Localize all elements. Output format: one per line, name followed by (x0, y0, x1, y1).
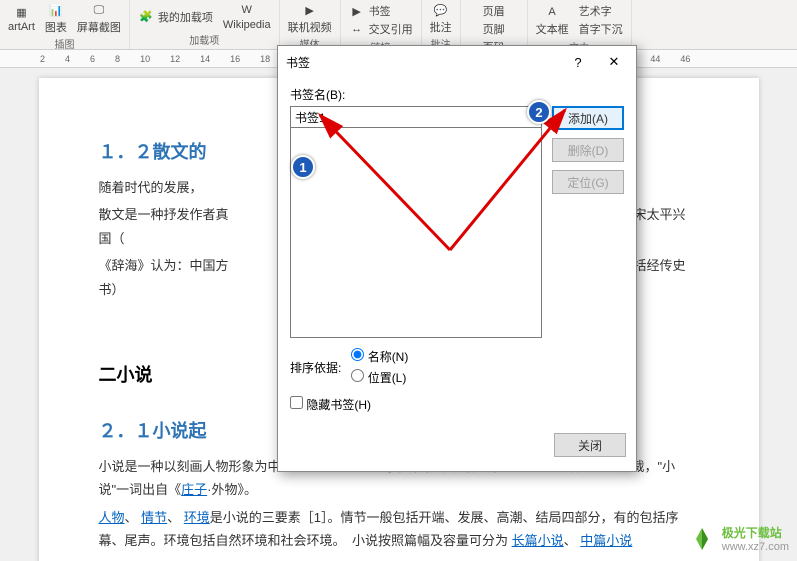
bookmark-name-input[interactable] (290, 106, 542, 128)
ruler-tick: 10 (140, 54, 150, 64)
link-changpian[interactable]: 长篇小说 (512, 533, 564, 548)
bookmark-button[interactable]: ▶书签 (349, 2, 413, 20)
ribbon-group-illustrations: ▦artArt 📊图表 🖵屏幕截图 插图 (0, 0, 130, 49)
watermark-icon (688, 525, 716, 553)
wikipedia-icon: W (239, 2, 255, 18)
footer-button[interactable]: 页脚 (483, 20, 505, 38)
hidden-bookmarks-checkbox[interactable]: 隐藏书签(H) (290, 396, 371, 413)
ruler-tick: 16 (230, 54, 240, 64)
dialog-title-text: 书签 (286, 54, 310, 71)
group-label: 插图 (54, 36, 74, 51)
ruler-tick: 44 (650, 54, 660, 64)
ruler-tick: 4 (65, 54, 70, 64)
dialog-titlebar[interactable]: 书签 ? ✕ (278, 46, 636, 78)
video-icon: ▶ (302, 2, 318, 18)
ribbon-group-text: A文本框 艺术字 首字下沉 文本 (528, 0, 632, 49)
help-button[interactable]: ? (564, 52, 592, 72)
link-qingjie[interactable]: 情节 (141, 510, 167, 525)
crossref-icon: ↔ (349, 21, 365, 37)
bookmark-icon: ▶ (349, 3, 365, 19)
link-renwu[interactable]: 人物 (99, 510, 125, 525)
screenshot-button[interactable]: 🖵屏幕截图 (77, 2, 121, 35)
group-label: 加载项 (189, 32, 219, 47)
help-icon: ? (574, 55, 581, 70)
link-zhongpian[interactable]: 中篇小说 (580, 533, 632, 548)
ribbon-group-comments: 💬批注 批注 (422, 0, 461, 49)
watermark-name: 极光下载站 (722, 524, 789, 541)
ribbon: ▦artArt 📊图表 🖵屏幕截图 插图 🧩我的加载项 WWikipedia 加… (0, 0, 797, 50)
close-icon: ✕ (609, 54, 620, 70)
crossref-button[interactable]: ↔交叉引用 (349, 20, 413, 38)
ribbon-group-headerfooter: 页眉 页脚 页码 页眉和页脚 (461, 0, 528, 49)
sort-name-radio[interactable]: 名称(N) (351, 348, 408, 365)
header-button[interactable]: 页眉 (483, 2, 505, 20)
watermark: 极光下载站 www.xz7.com (688, 524, 789, 553)
ruler-tick: 46 (680, 54, 690, 64)
smartart-button[interactable]: ▦artArt (8, 4, 35, 33)
sort-location-radio[interactable]: 位置(L) (351, 369, 408, 386)
bookmark-listbox[interactable] (290, 128, 542, 338)
close-button[interactable]: ✕ (600, 52, 628, 72)
goto-button[interactable]: 定位(G) (552, 170, 624, 194)
ruler-tick: 6 (90, 54, 95, 64)
link-zhuangzi[interactable]: 庄子 (181, 482, 207, 497)
textbox-icon: A (544, 4, 560, 20)
addin-icon: 🧩 (138, 9, 154, 25)
annotation-2: 2 (527, 100, 551, 124)
ruler-tick: 8 (115, 54, 120, 64)
smartart-icon: ▦ (13, 4, 29, 20)
ribbon-group-links: ▶书签 ↔交叉引用 链接 (341, 0, 422, 49)
watermark-domain: www.xz7.com (722, 541, 789, 553)
dropcap-button[interactable]: 首字下沉 (579, 20, 623, 38)
bookmark-name-label: 书签名(B): (290, 86, 624, 103)
link-huanjing[interactable]: 环境 (184, 510, 210, 525)
chart-icon: 📊 (48, 2, 64, 18)
wordart-button[interactable]: 艺术字 (579, 2, 623, 20)
close-dialog-button[interactable]: 关闭 (554, 433, 626, 457)
textbox-button[interactable]: A文本框 (536, 4, 569, 37)
ribbon-group-addins: 🧩我的加载项 WWikipedia 加载项 (130, 0, 280, 49)
screenshot-icon: 🖵 (91, 2, 107, 18)
paragraph: 人物、 情节、 环境是小说的三要素［1］。情节一般包括开端、发展、高潮、结局四部… (99, 506, 699, 553)
bookmark-dialog: 书签 ? ✕ 书签名(B): 添加(A) 删除(D) 定位(G) 排序依据: 名… (277, 45, 637, 472)
comment-button[interactable]: 💬批注 (430, 2, 452, 35)
add-button[interactable]: 添加(A) (552, 106, 624, 130)
ruler-tick: 2 (40, 54, 45, 64)
delete-button[interactable]: 删除(D) (552, 138, 624, 162)
ruler-tick: 18 (260, 54, 270, 64)
onlinevideo-button[interactable]: ▶联机视频 (288, 2, 332, 35)
myaddins-button[interactable]: 🧩我的加载项 (138, 8, 213, 26)
annotation-1: 1 (291, 155, 315, 179)
ruler-tick: 14 (200, 54, 210, 64)
comment-icon: 💬 (433, 2, 449, 18)
ribbon-group-media: ▶联机视频 媒体 (280, 0, 341, 49)
chart-button[interactable]: 📊图表 (45, 2, 67, 35)
wikipedia-button[interactable]: WWikipedia (223, 2, 271, 31)
ruler-tick: 12 (170, 54, 180, 64)
sort-label: 排序依据: (290, 359, 341, 376)
